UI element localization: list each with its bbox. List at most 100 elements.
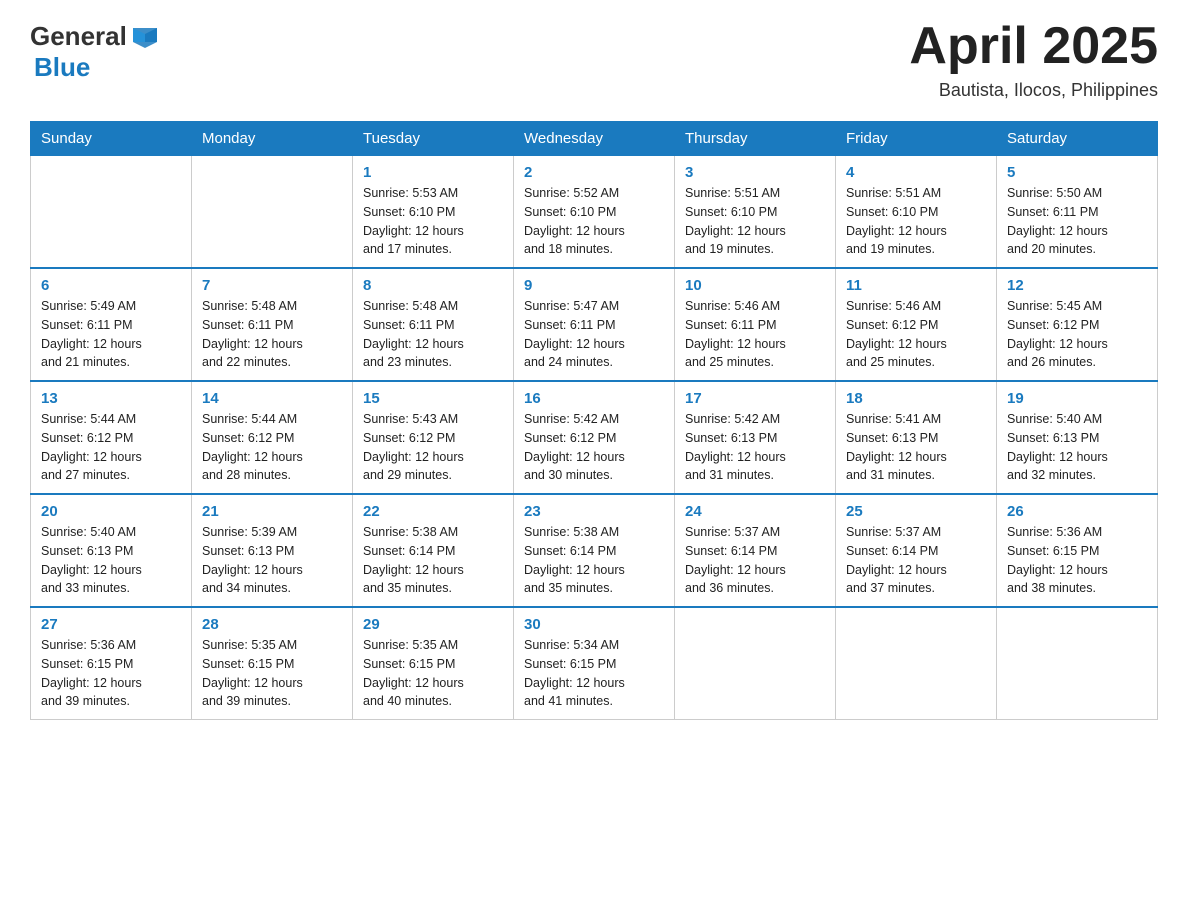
weekday-header-monday: Monday [192, 122, 353, 156]
calendar-cell: 22Sunrise: 5:38 AM Sunset: 6:14 PM Dayli… [353, 494, 514, 607]
weekday-header-friday: Friday [836, 122, 997, 156]
calendar-subtitle: Bautista, Ilocos, Philippines [909, 80, 1158, 101]
day-number: 7 [202, 277, 342, 294]
day-number: 11 [846, 277, 986, 294]
calendar-cell: 25 Sunrise: 5:37 AM Sunset: 6:14 PM Dayli… [836, 494, 997, 607]
weekday-header-row: SundayMondayTuesdayWednesdayThursdayFrid… [31, 122, 1158, 156]
day-info: Sunrise: 5:38 AM Sunset: 6:14 PM Dayligh… [524, 523, 664, 598]
day-number: 12 [1007, 277, 1147, 294]
calendar-cell [836, 607, 997, 720]
day-info: Sunrise: 5:45 AM Sunset: 6:12 PM Dayligh… [1007, 297, 1147, 372]
calendar-cell: 12 Sunrise: 5:45 AM Sunset: 6:12 PM Dayli… [997, 268, 1158, 381]
calendar-cell: 29 Sunrise: 5:35 AM Sunset: 6:15 PM Dayli… [353, 607, 514, 720]
day-info: Sunrise: 5:48 AM Sunset: 6:11 PM Dayligh… [202, 297, 342, 372]
day-number: 6 [41, 277, 181, 294]
day-info: Sunrise: 5:44 AM Sunset: 6:12 PM Dayligh… [41, 410, 181, 485]
weekday-header-tuesday: Tuesday [353, 122, 514, 156]
page-header: General Blue April 2025 Bautista, Ilocos… [30, 20, 1158, 101]
day-info: Sunrise: 5:40 AM Sunset: 6:13 PM Dayligh… [1007, 410, 1147, 485]
weekday-header-sunday: Sunday [31, 122, 192, 156]
day-number: 13 [41, 390, 181, 407]
day-number: 5 [1007, 164, 1147, 181]
calendar-cell [675, 607, 836, 720]
logo-general-text: General [30, 21, 127, 52]
day-number: 20 [41, 503, 181, 520]
day-info: Sunrise: 5:46 AM Sunset: 6:11 PM Dayligh… [685, 297, 825, 372]
day-info: Sunrise: 5:52 AM Sunset: 6:10 PM Dayligh… [524, 184, 664, 259]
day-info: Sunrise: 5:34 AM Sunset: 6:15 PM Dayligh… [524, 636, 664, 711]
weekday-header-thursday: Thursday [675, 122, 836, 156]
calendar-cell: 23Sunrise: 5:38 AM Sunset: 6:14 PM Dayli… [514, 494, 675, 607]
day-number: 22 [363, 503, 503, 520]
week-row-3: 13 Sunrise: 5:44 AM Sunset: 6:12 PM Dayli… [31, 381, 1158, 494]
day-info: Sunrise: 5:50 AM Sunset: 6:11 PM Dayligh… [1007, 184, 1147, 259]
calendar-cell: 13 Sunrise: 5:44 AM Sunset: 6:12 PM Dayli… [31, 381, 192, 494]
day-info: Sunrise: 5:41 AM Sunset: 6:13 PM Dayligh… [846, 410, 986, 485]
day-info: Sunrise: 5:49 AM Sunset: 6:11 PM Dayligh… [41, 297, 181, 372]
calendar-cell: 18 Sunrise: 5:41 AM Sunset: 6:13 PM Dayli… [836, 381, 997, 494]
calendar-cell: 1 Sunrise: 5:53 AM Sunset: 6:10 PM Daylig… [353, 156, 514, 269]
day-number: 30 [524, 616, 664, 633]
day-number: 9 [524, 277, 664, 294]
calendar-cell: 2 Sunrise: 5:52 AM Sunset: 6:10 PM Daylig… [514, 156, 675, 269]
week-row-4: 20 Sunrise: 5:40 AM Sunset: 6:13 PM Dayli… [31, 494, 1158, 607]
calendar-cell: 15Sunrise: 5:43 AM Sunset: 6:12 PM Dayli… [353, 381, 514, 494]
day-number: 15 [363, 390, 503, 407]
day-number: 3 [685, 164, 825, 181]
day-number: 26 [1007, 503, 1147, 520]
calendar-cell: 3 Sunrise: 5:51 AM Sunset: 6:10 PM Daylig… [675, 156, 836, 269]
calendar-cell: 7 Sunrise: 5:48 AM Sunset: 6:11 PM Daylig… [192, 268, 353, 381]
day-info: Sunrise: 5:47 AM Sunset: 6:11 PM Dayligh… [524, 297, 664, 372]
logo-icon [129, 20, 161, 52]
day-number: 24 [685, 503, 825, 520]
calendar-title: April 2025 [909, 20, 1158, 72]
day-info: Sunrise: 5:35 AM Sunset: 6:15 PM Dayligh… [363, 636, 503, 711]
day-number: 27 [41, 616, 181, 633]
day-info: Sunrise: 5:53 AM Sunset: 6:10 PM Dayligh… [363, 184, 503, 259]
calendar-cell: 28Sunrise: 5:35 AM Sunset: 6:15 PM Dayli… [192, 607, 353, 720]
calendar-cell: 17 Sunrise: 5:42 AM Sunset: 6:13 PM Dayli… [675, 381, 836, 494]
calendar-cell: 4 Sunrise: 5:51 AM Sunset: 6:10 PM Daylig… [836, 156, 997, 269]
day-info: Sunrise: 5:46 AM Sunset: 6:12 PM Dayligh… [846, 297, 986, 372]
calendar-table: SundayMondayTuesdayWednesdayThursdayFrid… [30, 121, 1158, 720]
day-info: Sunrise: 5:51 AM Sunset: 6:10 PM Dayligh… [846, 184, 986, 259]
calendar-cell: 30 Sunrise: 5:34 AM Sunset: 6:15 PM Dayli… [514, 607, 675, 720]
day-info: Sunrise: 5:37 AM Sunset: 6:14 PM Dayligh… [685, 523, 825, 598]
day-number: 25 [846, 503, 986, 520]
day-number: 28 [202, 616, 342, 633]
calendar-cell: 19 Sunrise: 5:40 AM Sunset: 6:13 PM Dayli… [997, 381, 1158, 494]
calendar-cell: 11 Sunrise: 5:46 AM Sunset: 6:12 PM Dayli… [836, 268, 997, 381]
day-info: Sunrise: 5:42 AM Sunset: 6:12 PM Dayligh… [524, 410, 664, 485]
day-info: Sunrise: 5:37 AM Sunset: 6:14 PM Dayligh… [846, 523, 986, 598]
day-number: 19 [1007, 390, 1147, 407]
calendar-cell: 8 Sunrise: 5:48 AM Sunset: 6:11 PM Daylig… [353, 268, 514, 381]
weekday-header-wednesday: Wednesday [514, 122, 675, 156]
day-number: 2 [524, 164, 664, 181]
day-info: Sunrise: 5:51 AM Sunset: 6:10 PM Dayligh… [685, 184, 825, 259]
calendar-cell: 6 Sunrise: 5:49 AM Sunset: 6:11 PM Daylig… [31, 268, 192, 381]
weekday-header-saturday: Saturday [997, 122, 1158, 156]
calendar-cell: 10 Sunrise: 5:46 AM Sunset: 6:11 PM Dayli… [675, 268, 836, 381]
calendar-cell: 24 Sunrise: 5:37 AM Sunset: 6:14 PM Dayli… [675, 494, 836, 607]
day-info: Sunrise: 5:40 AM Sunset: 6:13 PM Dayligh… [41, 523, 181, 598]
day-number: 17 [685, 390, 825, 407]
day-number: 4 [846, 164, 986, 181]
calendar-cell [997, 607, 1158, 720]
day-info: Sunrise: 5:39 AM Sunset: 6:13 PM Dayligh… [202, 523, 342, 598]
day-info: Sunrise: 5:36 AM Sunset: 6:15 PM Dayligh… [41, 636, 181, 711]
title-section: April 2025 Bautista, Ilocos, Philippines [909, 20, 1158, 101]
calendar-cell: 5 Sunrise: 5:50 AM Sunset: 6:11 PM Daylig… [997, 156, 1158, 269]
calendar-cell [31, 156, 192, 269]
day-number: 8 [363, 277, 503, 294]
day-info: Sunrise: 5:48 AM Sunset: 6:11 PM Dayligh… [363, 297, 503, 372]
day-number: 18 [846, 390, 986, 407]
logo: General Blue [30, 20, 161, 83]
calendar-cell: 26Sunrise: 5:36 AM Sunset: 6:15 PM Dayli… [997, 494, 1158, 607]
calendar-cell: 27 Sunrise: 5:36 AM Sunset: 6:15 PM Dayli… [31, 607, 192, 720]
calendar-cell: 20 Sunrise: 5:40 AM Sunset: 6:13 PM Dayli… [31, 494, 192, 607]
week-row-1: 1 Sunrise: 5:53 AM Sunset: 6:10 PM Daylig… [31, 156, 1158, 269]
day-info: Sunrise: 5:42 AM Sunset: 6:13 PM Dayligh… [685, 410, 825, 485]
day-number: 1 [363, 164, 503, 181]
day-number: 10 [685, 277, 825, 294]
day-number: 29 [363, 616, 503, 633]
